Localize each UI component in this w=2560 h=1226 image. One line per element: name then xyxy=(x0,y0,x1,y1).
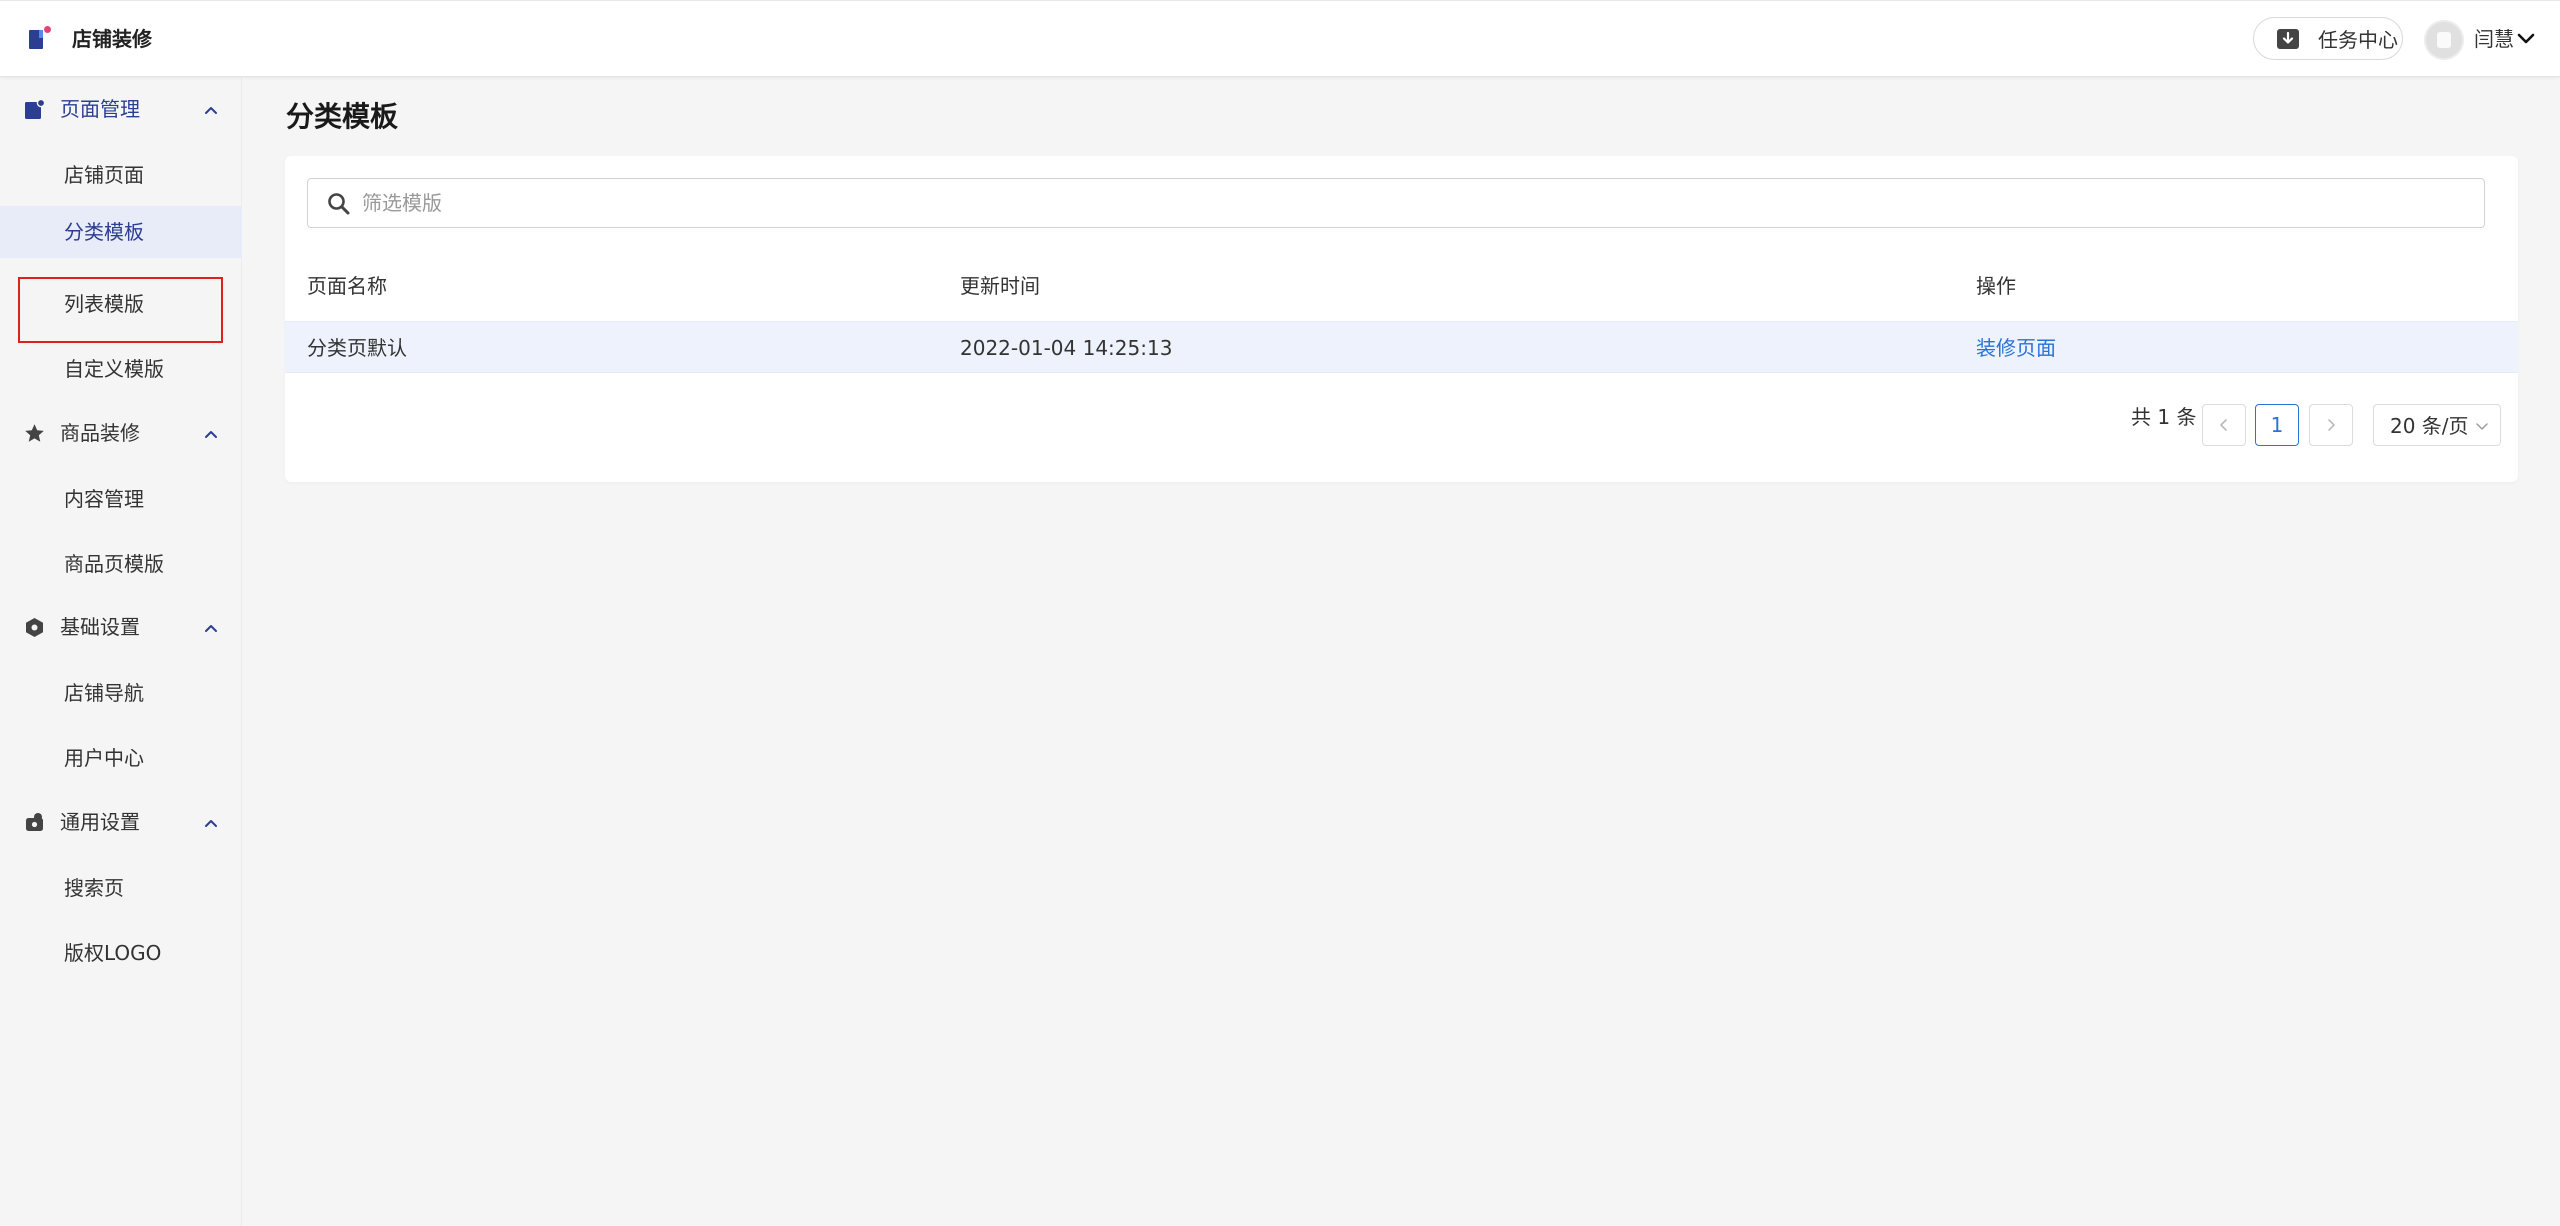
app-title: 店铺装修 xyxy=(72,27,152,51)
chevron-up-icon xyxy=(205,625,217,632)
sidebar-group-general-settings[interactable]: 通用设置 xyxy=(0,802,242,842)
page-title: 分类模板 xyxy=(286,100,399,133)
sidebar-group-label: 通用设置 xyxy=(60,810,140,834)
sidebar-group-label: 页面管理 xyxy=(60,97,140,121)
chevron-up-icon xyxy=(205,107,217,114)
username[interactable]: 闫慧 xyxy=(2474,25,2514,53)
sidebar-item-content-management[interactable]: 内容管理 xyxy=(0,473,242,525)
chevron-right-icon xyxy=(2328,419,2335,431)
sidebar-item-product-page-template[interactable]: 商品页模版 xyxy=(0,538,242,590)
template-card: 页面名称 更新时间 操作 分类页默认 2022-01-04 14:25:13 装… xyxy=(285,156,2518,482)
column-header-name: 页面名称 xyxy=(307,274,387,298)
star-icon xyxy=(25,424,44,442)
next-page-button[interactable] xyxy=(2309,404,2353,446)
chevron-up-icon xyxy=(205,431,217,438)
sidebar-item-user-center[interactable]: 用户中心 xyxy=(0,732,242,784)
table-row: 分类页默认 2022-01-04 14:25:13 装修页面 xyxy=(285,321,2518,373)
sidebar-item-copyright-logo[interactable]: 版权LOGO xyxy=(0,927,242,979)
column-header-updated: 更新时间 xyxy=(960,274,1040,298)
sidebar-item-label: 商品页模版 xyxy=(64,552,164,576)
sidebar-item-label: 分类模板 xyxy=(64,220,144,244)
row-updated-time: 2022-01-04 14:25:13 xyxy=(960,336,1173,360)
sidebar-item-label: 搜索页 xyxy=(64,876,124,900)
avatar[interactable] xyxy=(2424,20,2464,60)
row-name: 分类页默认 xyxy=(307,336,407,360)
sidebar-item-label: 用户中心 xyxy=(64,746,144,770)
top-bar: 店铺装修 任务中心 闫慧 xyxy=(0,0,2560,77)
task-center-label: 任务中心 xyxy=(2318,28,2398,52)
sidebar-group-label: 商品装修 xyxy=(60,421,140,445)
chevron-up-icon xyxy=(205,820,217,827)
page-size-select[interactable]: 20 条/页 xyxy=(2373,404,2501,446)
download-box-icon xyxy=(2277,28,2299,49)
prev-page-button[interactable] xyxy=(2202,404,2246,446)
sidebar-item-label: 内容管理 xyxy=(64,487,144,511)
sidebar-item-label: 版权LOGO xyxy=(64,941,162,965)
page-size-value: 20 条/页 xyxy=(2390,414,2469,438)
pagination-total: 共 1 条 xyxy=(2131,405,2197,429)
sidebar-group-label: 基础设置 xyxy=(60,615,140,639)
search-input[interactable] xyxy=(362,187,2462,219)
sidebar-item-store-navigation[interactable]: 店铺导航 xyxy=(0,667,242,719)
task-center-button[interactable]: 任务中心 xyxy=(2253,17,2403,60)
sidebar-item-custom-template[interactable]: 自定义模版 xyxy=(0,343,242,395)
hexagon-icon xyxy=(26,618,43,637)
chevron-left-icon xyxy=(2220,419,2227,431)
logo-icon xyxy=(29,26,51,49)
chevron-down-icon[interactable] xyxy=(2516,29,2536,49)
sidebar-item-list-template[interactable]: 列表模版 xyxy=(0,278,242,330)
sidebar-item-search-page[interactable]: 搜索页 xyxy=(0,862,242,914)
settings-icon xyxy=(26,813,43,831)
sidebar-item-label: 列表模版 xyxy=(64,292,144,316)
sidebar-item-label: 店铺页面 xyxy=(64,163,144,187)
search-field[interactable] xyxy=(307,178,2485,228)
decorate-page-link[interactable]: 装修页面 xyxy=(1976,334,2056,362)
chevron-down-icon xyxy=(2476,423,2488,430)
sidebar-group-product-decoration[interactable]: 商品装修 xyxy=(0,413,242,453)
page-icon xyxy=(25,99,45,119)
sidebar-group-page-management[interactable]: 页面管理 xyxy=(0,89,242,129)
search-icon xyxy=(328,193,350,215)
sidebar-item-store-page[interactable]: 店铺页面 xyxy=(0,149,242,201)
sidebar-item-label: 店铺导航 xyxy=(64,681,144,705)
sidebar-item-category-template[interactable]: 分类模板 xyxy=(0,206,242,258)
page-number-button[interactable]: 1 xyxy=(2255,404,2299,446)
sidebar-item-label: 自定义模版 xyxy=(64,357,164,381)
sidebar: 页面管理 店铺页面 分类模板 列表模版 自定义模版 商品装修 内容管理 商品页模… xyxy=(0,77,242,1226)
sidebar-group-basic-settings[interactable]: 基础设置 xyxy=(0,607,242,647)
column-header-action: 操作 xyxy=(1976,274,2016,298)
